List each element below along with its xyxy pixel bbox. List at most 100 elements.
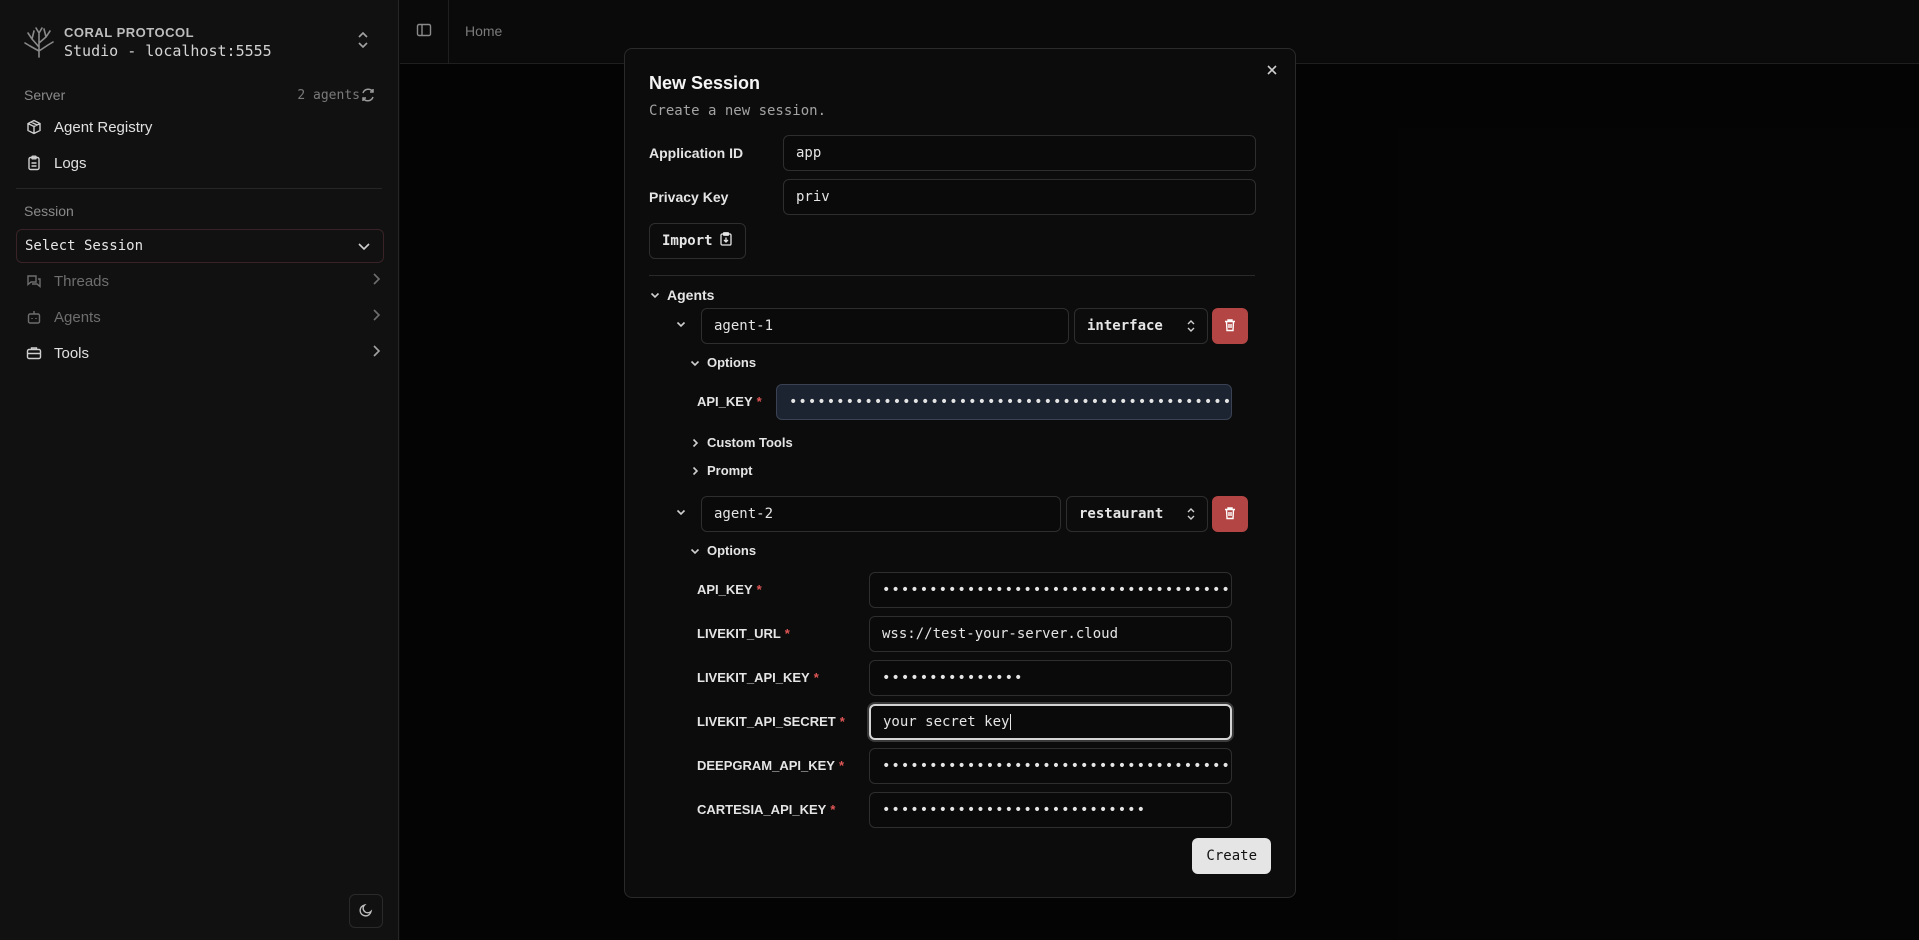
- breadcrumb[interactable]: Home: [465, 23, 502, 39]
- header-divider: [448, 0, 449, 63]
- field-label: CARTESIA_API_KEY: [697, 802, 827, 817]
- livekit-api-key-label: LIVEKIT_API_KEY *: [697, 670, 819, 685]
- required-mark: *: [756, 582, 762, 597]
- brand-subtitle: Studio - localhost:5555: [64, 41, 272, 60]
- chevron-down-icon: [689, 545, 707, 557]
- privacy-key-value: priv: [796, 189, 830, 205]
- chevrons-up-down-icon: [1185, 318, 1197, 338]
- field-value: wss://test-your-server.cloud: [882, 626, 1119, 642]
- trash-icon: [1223, 318, 1237, 335]
- section-divider: [649, 275, 1255, 276]
- import-button[interactable]: Import: [649, 223, 746, 259]
- agent-1-toggle[interactable]: [675, 318, 693, 330]
- clipboard-paste-icon: [719, 232, 733, 250]
- delete-agent-1-button[interactable]: [1212, 308, 1248, 344]
- create-button[interactable]: Create: [1192, 838, 1271, 874]
- create-label: Create: [1206, 848, 1257, 864]
- close-icon[interactable]: [1265, 63, 1279, 80]
- custom-tools-label: Custom Tools: [707, 435, 793, 450]
- field-label: API_KEY: [697, 582, 753, 597]
- agents-count: 2 agents: [297, 88, 360, 103]
- chevron-right-icon: [368, 343, 384, 363]
- field-label: DEEPGRAM_API_KEY: [697, 758, 835, 773]
- agent-2-name-input[interactable]: agent-2: [701, 496, 1061, 532]
- session-select-value: Select Session: [25, 238, 144, 254]
- sidebar-item-agents[interactable]: Agents: [24, 307, 384, 327]
- sidebar-item-logs[interactable]: Logs: [24, 153, 384, 173]
- trash-icon: [1223, 506, 1237, 523]
- field-label: API_KEY: [697, 394, 753, 409]
- field-value: •••••••••••••••••••••••••••••••••••••••: [882, 582, 1232, 598]
- sidebar-item-label: Agents: [54, 308, 101, 326]
- session-select[interactable]: Select Session: [16, 229, 384, 263]
- brand-name: CORAL PROTOCOL: [64, 24, 195, 40]
- server-section-label: Server: [24, 87, 66, 103]
- application-id-value: app: [796, 145, 822, 161]
- sidebar-item-label: Threads: [54, 272, 110, 290]
- agent-1-name-input[interactable]: agent-1: [701, 308, 1069, 344]
- briefcase-icon: [24, 343, 44, 363]
- package-icon: [24, 117, 44, 137]
- refresh-icon[interactable]: [360, 87, 376, 106]
- agent-2-toggle[interactable]: [675, 506, 693, 518]
- dialog-description: Create a new session.: [649, 103, 827, 119]
- dialog-title: New Session: [649, 73, 761, 93]
- chevron-right-icon: [368, 307, 384, 327]
- field-value: •••••••••••••••: [882, 670, 1024, 686]
- agent-1-api-key-input[interactable]: ••••••••••••••••••••••••••••••••••••••••…: [776, 384, 1232, 420]
- agent-2-type: restaurant: [1079, 506, 1164, 522]
- chevron-down-icon: [675, 506, 693, 518]
- application-id-input[interactable]: app: [783, 135, 1256, 171]
- agent-2-options-toggle[interactable]: Options: [689, 543, 756, 558]
- livekit-api-secret-input[interactable]: your secret key: [869, 704, 1232, 740]
- api-key-input[interactable]: •••••••••••••••••••••••••••••••••••••••: [869, 572, 1232, 608]
- brand-switcher[interactable]: CORAL PROTOCOL Studio - localhost:5555: [22, 20, 380, 64]
- agents-label: Agents: [667, 287, 715, 303]
- field-value: ••••••••••••••••••••••••••••: [882, 802, 1147, 818]
- deepgram-api-key-label: DEEPGRAM_API_KEY *: [697, 758, 844, 773]
- prompt-toggle[interactable]: Prompt: [689, 463, 753, 478]
- custom-tools-toggle[interactable]: Custom Tools: [689, 435, 793, 450]
- sidebar-item-tools[interactable]: Tools: [24, 343, 384, 363]
- sidebar: CORAL PROTOCOL Studio - localhost:5555 S…: [0, 0, 399, 940]
- agent-2-type-select[interactable]: restaurant: [1066, 496, 1208, 532]
- field-label: LIVEKIT_API_KEY: [697, 670, 810, 685]
- new-session-dialog: New Session Create a new session. Applic…: [624, 48, 1296, 898]
- bot-icon: [24, 307, 44, 327]
- field-label: LIVEKIT_URL: [697, 626, 781, 641]
- field-label: LIVEKIT_API_SECRET: [697, 714, 836, 729]
- agent-1-type-select[interactable]: interface: [1074, 308, 1208, 344]
- prompt-label: Prompt: [707, 463, 753, 478]
- field-value: ••••••••••••••••••••••••••••••••••••••••…: [789, 394, 1232, 410]
- agents-collapsible[interactable]: Agents: [649, 287, 714, 303]
- privacy-key-input[interactable]: priv: [783, 179, 1256, 215]
- sidebar-item-label: Tools: [54, 344, 90, 362]
- clipboard-icon: [24, 153, 44, 173]
- livekit-api-key-input[interactable]: •••••••••••••••: [869, 660, 1232, 696]
- sidebar-divider: [16, 188, 382, 189]
- chevron-down-icon: [649, 289, 667, 301]
- deepgram-api-key-input[interactable]: •••••••••••••••••••••••••••••••••••••••: [869, 748, 1232, 784]
- chevron-right-icon: [689, 437, 707, 449]
- options-label: Options: [707, 543, 757, 558]
- options-label: Options: [707, 355, 757, 370]
- required-mark: *: [813, 670, 819, 685]
- delete-agent-2-button[interactable]: [1212, 496, 1248, 532]
- sidebar-toggle-icon[interactable]: [416, 22, 432, 41]
- api-key-label: API_KEY *: [697, 582, 762, 597]
- theme-toggle-button[interactable]: [349, 894, 383, 928]
- sidebar-item-agent-registry[interactable]: Agent Registry: [24, 117, 384, 137]
- agent-1-options-toggle[interactable]: Options: [689, 355, 756, 370]
- cartesia-api-key-label: CARTESIA_API_KEY *: [697, 802, 835, 817]
- chevrons-up-down-icon: [1185, 506, 1197, 526]
- sidebar-item-threads[interactable]: Threads: [24, 271, 384, 291]
- chevron-down-icon: [355, 237, 373, 259]
- cartesia-api-key-input[interactable]: ••••••••••••••••••••••••••••: [869, 792, 1232, 828]
- livekit-url-label: LIVEKIT_URL *: [697, 626, 790, 641]
- session-section-label: Session: [24, 203, 74, 219]
- application-id-label: Application ID: [649, 145, 744, 161]
- agent-1-name: agent-1: [714, 318, 774, 334]
- required-mark: *: [756, 394, 762, 409]
- livekit-url-input[interactable]: wss://test-your-server.cloud: [869, 616, 1232, 652]
- field-value: your secret key: [883, 714, 1010, 730]
